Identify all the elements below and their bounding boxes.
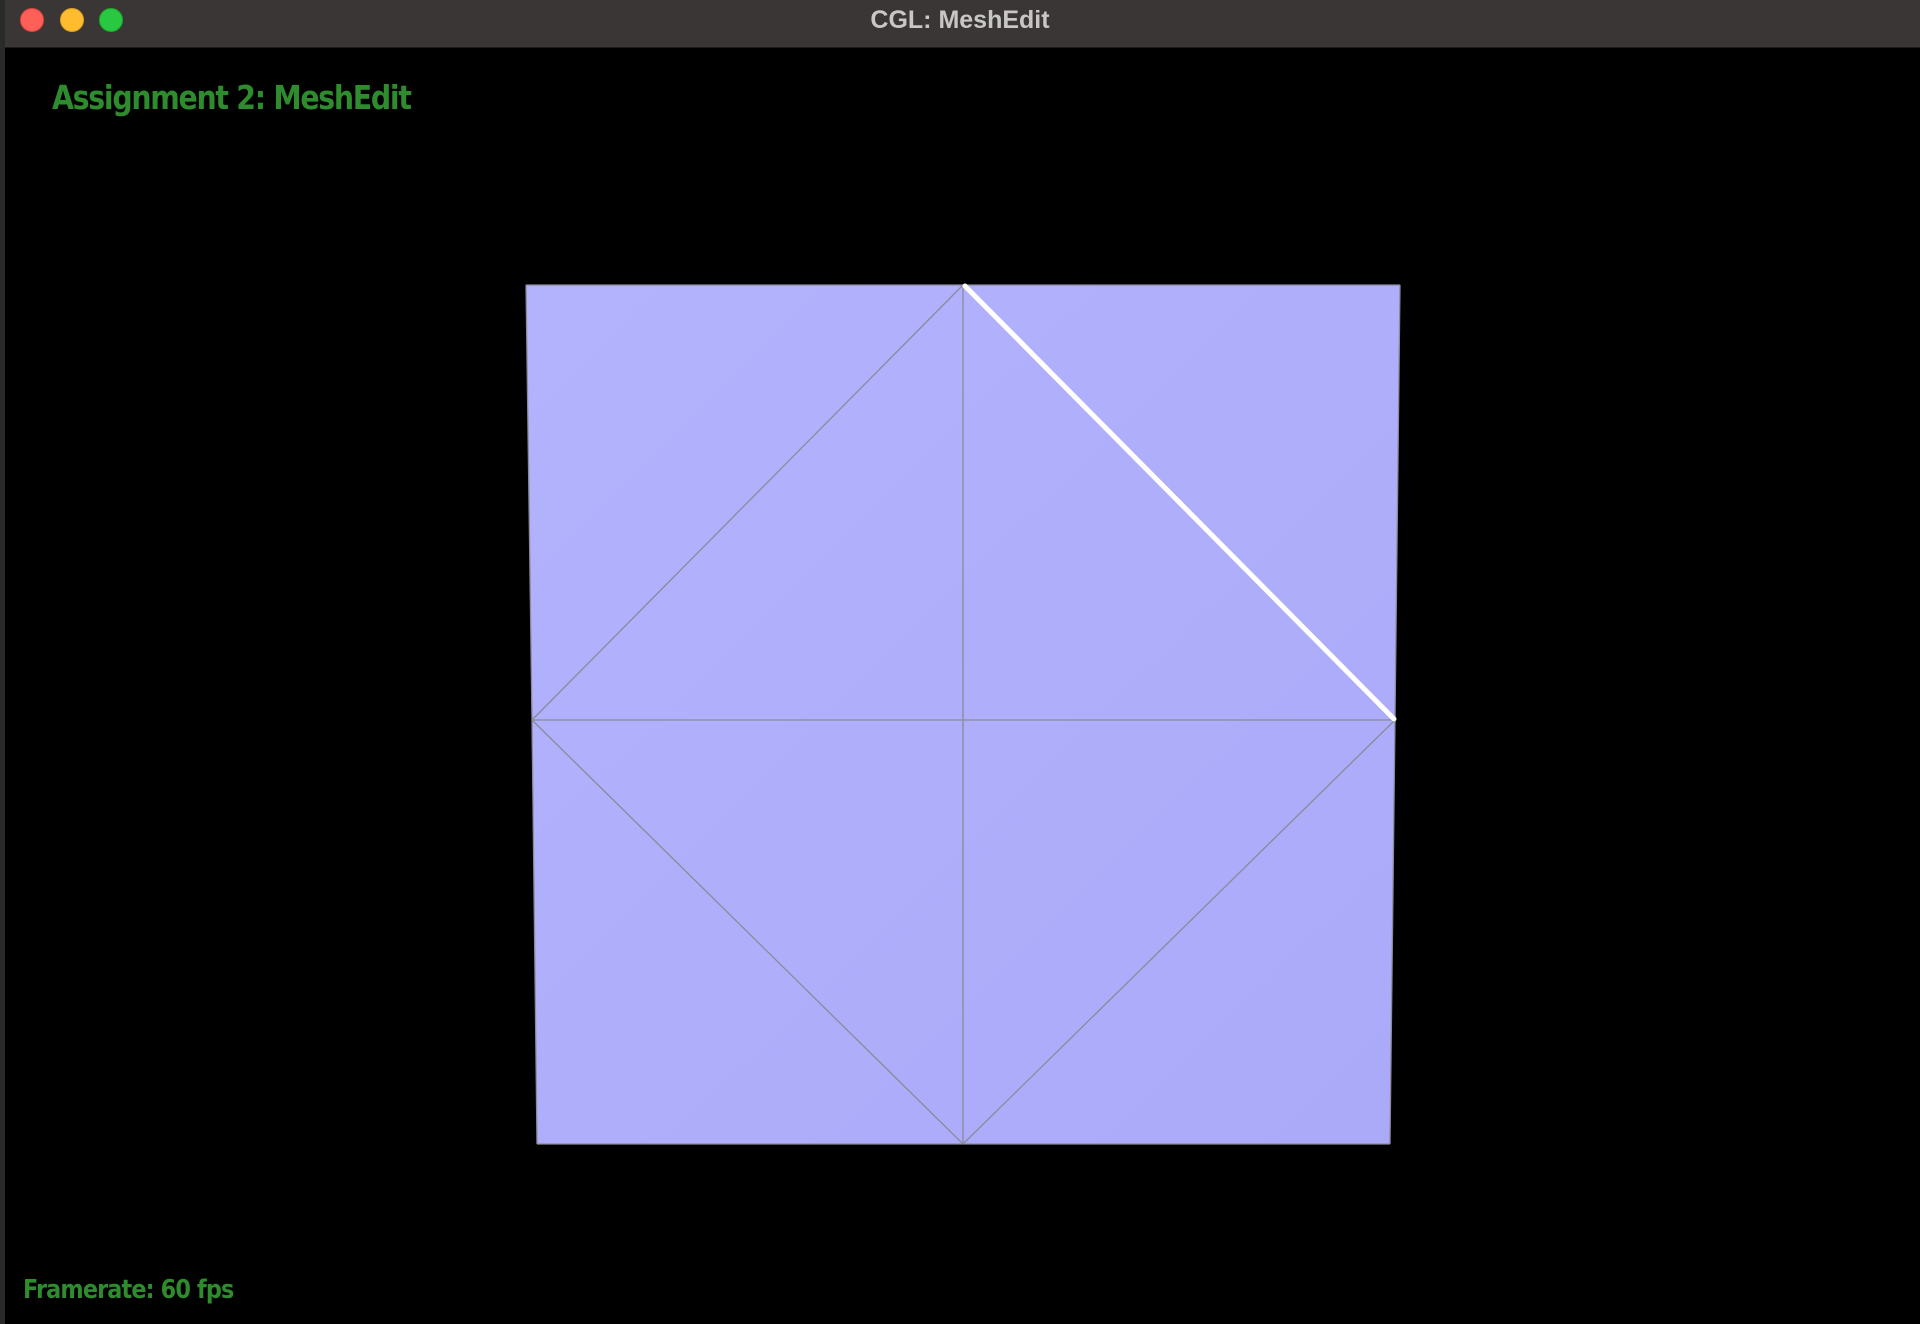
mesh-viewport[interactable] (0, 0, 1920, 1324)
application-window: CGL: MeshEdit Assignment 2: MeshEdit Fra… (0, 0, 1920, 1324)
assignment-title: Assignment 2: MeshEdit (52, 78, 412, 117)
framerate-label: Framerate: 60 fps (23, 1275, 234, 1305)
